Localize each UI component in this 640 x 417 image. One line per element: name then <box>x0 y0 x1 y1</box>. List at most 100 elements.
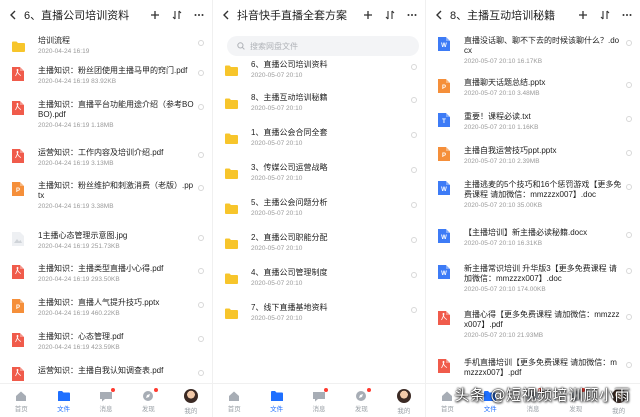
tab-messages[interactable]: 消息 <box>298 384 340 417</box>
tab-label: 发现 <box>141 406 155 413</box>
tab-home[interactable]: 首页 <box>213 384 255 417</box>
back-arrow-icon[interactable] <box>219 8 233 22</box>
tab-label: 文件 <box>270 406 284 413</box>
select-circle-icon[interactable] <box>198 40 204 46</box>
tab-files[interactable]: 文件 <box>42 384 84 417</box>
word-file-icon: W <box>438 265 450 279</box>
file-meta: 2020-04-24 16:19 83.92KB <box>38 78 117 85</box>
select-circle-icon[interactable] <box>626 362 632 368</box>
select-circle-icon[interactable] <box>198 152 204 158</box>
file-meta: 2020-05-07 20:10 174.00KB <box>464 286 546 293</box>
header: 6、直播公司培训资料 <box>0 0 212 30</box>
select-circle-icon[interactable] <box>626 150 632 156</box>
select-circle-icon[interactable] <box>198 302 204 308</box>
select-circle-icon[interactable] <box>626 268 632 274</box>
select-circle-icon[interactable] <box>411 307 417 313</box>
tab-discover[interactable]: 发现 <box>127 384 169 417</box>
file-meta: 2020-05-07 20:10 <box>251 72 303 79</box>
select-circle-icon[interactable] <box>198 104 204 110</box>
file-meta: 2020-05-07 20:10 16.31KB <box>464 240 543 247</box>
select-circle-icon[interactable] <box>411 202 417 208</box>
file-meta: 2020-05-07 20:10 3.48MB <box>464 90 540 97</box>
add-icon[interactable] <box>148 8 162 22</box>
folder-icon <box>225 236 238 250</box>
more-options-icon[interactable] <box>192 8 206 22</box>
select-circle-icon[interactable] <box>626 232 632 238</box>
folder-icon <box>225 271 238 285</box>
pdf-file-icon <box>12 333 24 347</box>
file-name: 主播知识：直播平台功能用途介绍（参考BOBO).pdf <box>38 100 194 119</box>
back-arrow-icon[interactable] <box>432 8 446 22</box>
tab-me[interactable]: 我的 <box>170 384 212 417</box>
ppt-file-icon: P <box>12 182 24 196</box>
add-icon[interactable] <box>576 8 590 22</box>
tab-files[interactable]: 文件 <box>255 384 297 417</box>
file-name: 主播逃麦的5个技巧和16个惩罚游戏【更多免费课程 请加微信：mmzzzx007】… <box>464 180 622 199</box>
select-circle-icon[interactable] <box>626 184 632 190</box>
select-circle-icon[interactable] <box>411 64 417 70</box>
tab-messages[interactable]: 消息 <box>85 384 127 417</box>
notification-badge <box>153 388 158 392</box>
tab-label: 首页 <box>440 406 454 413</box>
folder-icon <box>270 389 284 401</box>
select-circle-icon[interactable] <box>198 70 204 76</box>
file-name: 7、线下直播基地资料 <box>251 303 328 312</box>
more-options-icon[interactable] <box>620 8 634 22</box>
back-arrow-icon[interactable] <box>6 8 20 22</box>
tab-me[interactable]: 我的 <box>383 384 425 417</box>
more-options-icon[interactable] <box>405 8 419 22</box>
select-circle-icon[interactable] <box>198 185 204 191</box>
select-circle-icon[interactable] <box>198 336 204 342</box>
select-circle-icon[interactable] <box>626 40 632 46</box>
file-meta: 2020-05-07 20:10 <box>251 140 303 147</box>
file-name: 【主播培训】新主播必读秘籍.docx <box>464 228 588 237</box>
tab-home[interactable]: 首页 <box>0 384 42 417</box>
folder-icon <box>225 131 238 145</box>
tab-discover[interactable]: 发现 <box>340 384 382 417</box>
home-icon <box>227 389 241 401</box>
sort-icon[interactable] <box>598 8 612 22</box>
file-meta: 2020-05-07 20:10 1.16KB <box>464 124 539 131</box>
panel-full-plan: 抖音快手直播全套方案 搜索网盘文件 6、直播公司培训资料 2020-05-07 2… <box>213 0 426 417</box>
svg-text:W: W <box>441 43 447 49</box>
select-circle-icon[interactable] <box>626 82 632 88</box>
file-meta: 2020-05-07 20:10 <box>251 245 303 252</box>
pdf-file-icon <box>12 149 24 163</box>
file-meta: 2020-05-07 20:10 2.39MB <box>464 158 540 165</box>
file-name: 主播知识：直播人气提升技巧.pptx <box>38 298 160 307</box>
file-name: 新主播常识培训 升华版3【更多免费课程 请加微信：mmzzzx007】.doc <box>464 264 617 283</box>
file-name: 重要！课程必读.txt <box>464 112 531 121</box>
svg-text:P: P <box>442 153 446 159</box>
select-circle-icon[interactable] <box>198 370 204 376</box>
select-circle-icon[interactable] <box>198 268 204 274</box>
file-meta: 2020-05-07 20:10 <box>251 210 303 217</box>
select-circle-icon[interactable] <box>198 235 204 241</box>
sort-icon[interactable] <box>170 8 184 22</box>
file-name: 直播聊天话题总结.pptx <box>464 78 546 87</box>
select-circle-icon[interactable] <box>411 272 417 278</box>
page-title: 6、直播公司培训资料 <box>24 10 130 22</box>
search-input[interactable]: 搜索网盘文件 <box>227 36 419 56</box>
select-circle-icon[interactable] <box>411 97 417 103</box>
svg-text:P: P <box>16 305 20 311</box>
tab-label: 我的 <box>184 408 198 415</box>
folder-icon <box>12 39 25 53</box>
notification-badge <box>366 388 371 392</box>
file-name: 4、直播公司管理制度 <box>251 268 328 277</box>
sort-icon[interactable] <box>383 8 397 22</box>
select-circle-icon[interactable] <box>411 132 417 138</box>
svg-text:P: P <box>442 85 446 91</box>
file-meta: 2020-04-24 16:19 293.50KB <box>38 276 120 283</box>
file-meta: 2020-04-24 16:19 1.18MB <box>38 122 114 129</box>
file-meta: 2020-04-24 16:19 <box>38 48 90 55</box>
add-icon[interactable] <box>361 8 375 22</box>
select-circle-icon[interactable] <box>411 167 417 173</box>
select-circle-icon[interactable] <box>626 314 632 320</box>
file-name: 主播自我运营技巧ppt.pptx <box>464 146 557 155</box>
panel-training-materials: 6、直播公司培训资料 培训流程 2020-04-24 16:19 主播知识：粉丝团使… <box>0 0 213 417</box>
word-file-icon: W <box>438 181 450 195</box>
pdf-file-icon <box>12 67 24 81</box>
select-circle-icon[interactable] <box>626 116 632 122</box>
select-circle-icon[interactable] <box>411 237 417 243</box>
file-meta: 2020-05-07 20:10 <box>251 315 303 322</box>
